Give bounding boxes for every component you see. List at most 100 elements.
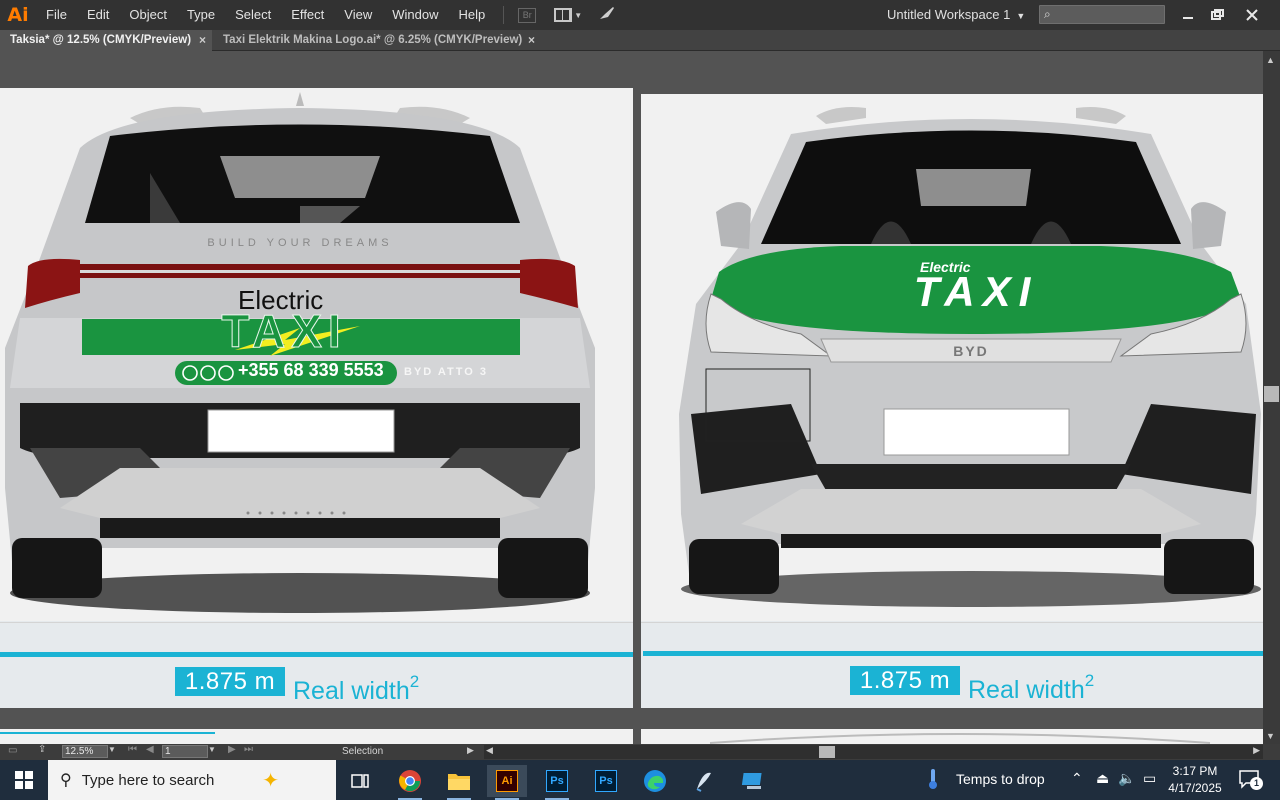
first-artboard-icon[interactable]: ⏮: [128, 744, 137, 755]
taskbar-search-placeholder: Type here to search: [81, 771, 215, 789]
chevron-up-icon[interactable]: ⌃: [1071, 770, 1083, 787]
workspace-switcher[interactable]: Untitled Workspace 1 ▼: [887, 0, 1025, 30]
vertical-scroll-thumb[interactable]: [1264, 386, 1279, 402]
monitor-icon: [741, 773, 762, 789]
notification-count-badge: 1: [1250, 777, 1263, 790]
photoshop-icon: Ps: [595, 770, 617, 792]
pen-app-button[interactable]: [684, 765, 724, 797]
edge-button[interactable]: [635, 765, 675, 797]
usb-icon[interactable]: ⏏: [1096, 770, 1109, 787]
rear-phone-number: +355 68 339 5553: [238, 360, 384, 380]
photoshop-button-2[interactable]: Ps: [586, 765, 626, 797]
artboard-below-line: [0, 732, 215, 734]
svg-text:BYD: BYD: [953, 343, 989, 359]
menu-type[interactable]: Type: [177, 0, 225, 30]
horizontal-scrollbar[interactable]: ◀ ▶: [484, 745, 1263, 759]
menu-window[interactable]: Window: [382, 0, 448, 30]
chevron-down-icon: ▼: [1016, 11, 1026, 21]
rear-width-value: 1.875 m: [175, 667, 285, 696]
svg-text:BUILD YOUR DREAMS: BUILD YOUR DREAMS: [207, 237, 392, 249]
windows-logo-icon: [15, 771, 33, 789]
artboard-front[interactable]: BYD Electric TAXI: [641, 94, 1263, 708]
tab-taxi-logo[interactable]: Taxi Elektrik Makina Logo.ai* @ 6.25% (C…: [213, 30, 541, 51]
scroll-up-icon[interactable]: ▲: [1266, 55, 1275, 65]
menu-effect[interactable]: Effect: [281, 0, 334, 30]
vertical-scrollbar[interactable]: ▲ ▼: [1263, 51, 1280, 744]
menu-view[interactable]: View: [334, 0, 382, 30]
status-menu-icon[interactable]: ▶: [467, 745, 474, 756]
search-icon: ⌕: [1044, 7, 1051, 21]
pen-icon: [696, 772, 711, 792]
thermometer-icon[interactable]: [926, 768, 940, 790]
menu-object[interactable]: Object: [119, 0, 177, 30]
menu-divider: [503, 6, 505, 24]
share-icon[interactable]: ⇪: [38, 744, 46, 755]
close-window-button[interactable]: [1236, 0, 1268, 30]
taskbar-clock[interactable]: 3:17 PM 4/17/2025: [1165, 763, 1225, 797]
tab-taksia[interactable]: Taksia* @ 12.5% (CMYK/Preview) ×: [0, 30, 212, 51]
illustrator-icon: Ai: [496, 770, 518, 792]
document-tabs: Taksia* @ 12.5% (CMYK/Preview) × Taxi El…: [0, 30, 1280, 51]
rear-width-line: [0, 652, 633, 657]
volume-icon[interactable]: 🔈: [1118, 770, 1135, 787]
tab-label: Taksia* @ 12.5% (CMYK/Preview): [10, 34, 192, 46]
rear-width-label-text: Real width: [293, 677, 410, 705]
chevron-down-icon[interactable]: ▼: [108, 745, 116, 754]
car-roof-outline: [709, 733, 1211, 744]
scroll-left-icon[interactable]: ◀: [486, 745, 493, 756]
zoom-select[interactable]: 12.5%: [62, 745, 108, 758]
scroll-right-icon[interactable]: ▶: [1253, 745, 1260, 756]
illustrator-taskbar-button[interactable]: Ai: [487, 765, 527, 800]
last-artboard-icon[interactable]: ⏭: [244, 744, 253, 755]
chevron-down-icon: ▼: [574, 10, 583, 20]
clock-date: 4/17/2025: [1168, 781, 1222, 795]
rear-width-sup: 2: [409, 672, 420, 691]
close-tab-icon[interactable]: ×: [199, 30, 206, 51]
photoshop-icon: Ps: [546, 770, 568, 792]
file-explorer-button[interactable]: [439, 765, 479, 800]
next-artboard-icon[interactable]: ▶: [228, 744, 236, 755]
menu-help[interactable]: Help: [448, 0, 495, 30]
photoshop-button-1[interactable]: Ps: [537, 765, 577, 800]
help-search-input[interactable]: ⌕: [1039, 5, 1165, 24]
gpu-performance-icon[interactable]: [598, 5, 616, 26]
taskbar-search-input[interactable]: ⚲ Type here to search ✦: [48, 760, 336, 800]
prev-artboard-icon[interactable]: ◀: [146, 744, 154, 755]
network-icon[interactable]: ▭: [1143, 770, 1156, 787]
minimize-button[interactable]: [1172, 0, 1204, 30]
artboard-nav-icon[interactable]: ▭: [8, 745, 17, 756]
artboard-number-field[interactable]: 1: [162, 745, 208, 758]
menu-select[interactable]: Select: [225, 0, 281, 30]
front-width-label: Real width2: [968, 666, 1094, 705]
front-width-label-text: Real width: [968, 676, 1085, 704]
rear-taxi-logo: TAXI: [221, 305, 347, 357]
remote-desktop-button[interactable]: [733, 765, 773, 797]
horizontal-scroll-thumb[interactable]: [819, 746, 835, 758]
car-front-illustration: BYD: [679, 107, 1261, 607]
bridge-button[interactable]: Br: [518, 7, 537, 23]
task-view-button[interactable]: [340, 765, 380, 797]
front-divider: [641, 622, 1263, 623]
task-view-icon: [351, 774, 369, 788]
chrome-button[interactable]: [390, 765, 430, 800]
search-icon: ⚲: [60, 772, 72, 789]
weather-text[interactable]: Temps to drop: [956, 771, 1045, 787]
chrome-icon: [399, 770, 421, 792]
front-taxi-logo: TAXI: [913, 268, 1039, 315]
current-tool-label: Selection: [342, 746, 384, 757]
restore-button[interactable]: [1201, 0, 1233, 30]
arrange-documents-button[interactable]: ▼: [554, 8, 582, 22]
close-tab-icon[interactable]: ×: [528, 30, 535, 51]
scroll-down-icon[interactable]: ▼: [1266, 731, 1275, 741]
front-width-sup: 2: [1084, 671, 1095, 690]
start-button[interactable]: [0, 760, 48, 800]
document-canvas[interactable]: BUILD YOUR DREAMS Electric TAXI +355 68 …: [0, 51, 1263, 744]
chevron-down-icon[interactable]: ▼: [208, 745, 216, 754]
illustrator-logo: Ai: [7, 4, 29, 26]
artboard-rear[interactable]: BUILD YOUR DREAMS Electric TAXI +355 68 …: [0, 88, 633, 708]
status-bar: ▭ ⇪ 12.5% ▼ ⏮ ◀ 1 ▼ ▶ ⏭ Selection ▶ ◀ ▶: [0, 744, 1280, 760]
menu-edit[interactable]: Edit: [77, 0, 119, 30]
folder-icon: [448, 774, 470, 790]
menu-file[interactable]: File: [36, 0, 77, 30]
notifications-button[interactable]: 1: [1238, 769, 1263, 791]
